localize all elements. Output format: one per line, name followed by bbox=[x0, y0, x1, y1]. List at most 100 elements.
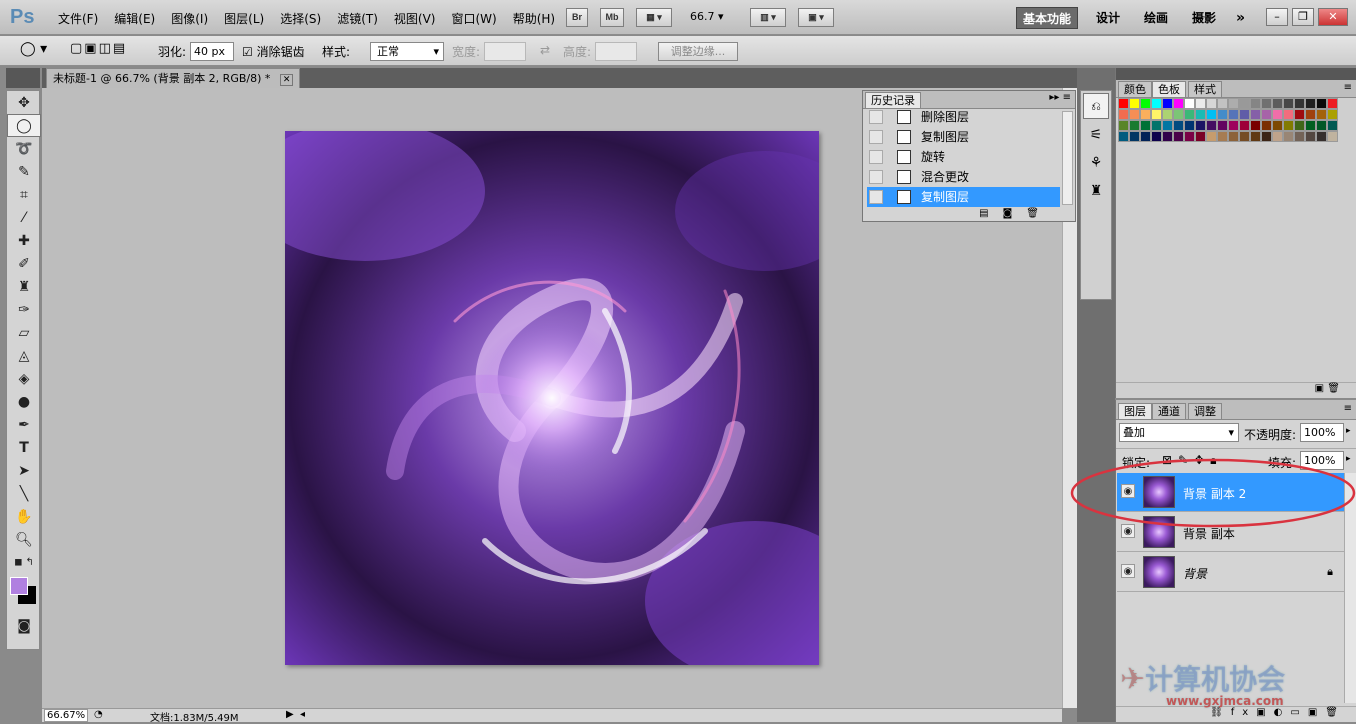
width-input[interactable] bbox=[484, 42, 526, 61]
color-swatch[interactable] bbox=[1140, 120, 1151, 131]
tab-layers[interactable]: 图层 bbox=[1118, 403, 1152, 419]
color-swatch[interactable] bbox=[1151, 120, 1162, 131]
color-swatch[interactable] bbox=[1228, 120, 1239, 131]
color-swatch[interactable] bbox=[1250, 120, 1261, 131]
history-source-checkbox[interactable] bbox=[869, 150, 883, 164]
color-swatch[interactable] bbox=[1283, 131, 1294, 142]
move-tool-icon[interactable]: ✥ bbox=[7, 91, 41, 114]
healing-brush-tool-icon[interactable]: ✚ bbox=[7, 229, 41, 252]
color-swatch[interactable] bbox=[1305, 120, 1316, 131]
menu-image[interactable]: 图像(I) bbox=[163, 10, 216, 27]
eraser-tool-icon[interactable]: ▱ bbox=[7, 321, 41, 344]
ellipse-marquee-preset-icon[interactable]: ◯ ▾ bbox=[20, 41, 47, 57]
color-swatch[interactable] bbox=[1327, 131, 1338, 142]
blend-mode-select[interactable]: 叠加 ▾ bbox=[1119, 423, 1239, 442]
screen-mode-button[interactable]: ▣ ▾ bbox=[798, 8, 834, 27]
menu-filter[interactable]: 滤镜(T) bbox=[329, 10, 386, 27]
color-swatch[interactable] bbox=[1206, 98, 1217, 109]
status-menu-arrow-icon[interactable]: ▶ bbox=[286, 709, 294, 720]
history-source-checkbox[interactable] bbox=[869, 130, 883, 144]
line-tool-icon[interactable]: ╲ bbox=[7, 482, 41, 505]
color-swatch[interactable] bbox=[1173, 120, 1184, 131]
color-swatch[interactable] bbox=[1228, 98, 1239, 109]
menu-select[interactable]: 选择(S) bbox=[272, 10, 329, 27]
lasso-tool-icon[interactable]: ➰ bbox=[7, 137, 41, 160]
color-swatch[interactable] bbox=[1294, 109, 1305, 120]
crop-tool-icon[interactable]: ⌗ bbox=[7, 183, 41, 206]
color-swatch[interactable] bbox=[1316, 120, 1327, 131]
color-swatch[interactable] bbox=[1184, 131, 1195, 142]
history-item[interactable]: 删除图层 bbox=[867, 107, 1060, 127]
color-swatch[interactable] bbox=[1151, 98, 1162, 109]
color-swatch[interactable] bbox=[1184, 98, 1195, 109]
color-swatch[interactable] bbox=[1184, 109, 1195, 120]
bridge-button[interactable]: Br bbox=[566, 8, 588, 27]
color-swatch[interactable] bbox=[1327, 109, 1338, 120]
minimize-button[interactable]: – bbox=[1266, 8, 1288, 26]
quick-mask-icon[interactable]: ◙ bbox=[7, 614, 41, 637]
color-swatch[interactable] bbox=[1217, 109, 1228, 120]
layers-footer-icons[interactable]: ⛓fx▣◐▭▣🗑︎ bbox=[1116, 706, 1356, 722]
clone-stamp-tool-icon[interactable]: ♜ bbox=[7, 275, 41, 298]
history-scrollbar[interactable] bbox=[1062, 111, 1073, 205]
color-swatch[interactable] bbox=[1327, 120, 1338, 131]
zoom-dropdown[interactable]: 66.7 ▾ bbox=[690, 10, 724, 23]
history-item-selected[interactable]: 复制图层 bbox=[867, 187, 1060, 207]
quick-selection-tool-icon[interactable]: ✎ bbox=[7, 160, 41, 183]
color-swatch[interactable] bbox=[1151, 109, 1162, 120]
menu-help[interactable]: 帮助(H) bbox=[505, 10, 563, 27]
tab-history[interactable]: 历史记录 bbox=[865, 92, 921, 108]
color-swatch[interactable] bbox=[1327, 98, 1338, 109]
color-swatch[interactable] bbox=[1272, 109, 1283, 120]
delete-swatch-icon[interactable]: 🗑︎ bbox=[1327, 383, 1340, 394]
history-item[interactable]: 旋转 bbox=[867, 147, 1060, 167]
color-swatch[interactable] bbox=[1118, 120, 1129, 131]
tab-color[interactable]: 颜色 bbox=[1118, 81, 1152, 97]
zoom-tool-icon[interactable]: 🔍︎ bbox=[7, 528, 41, 551]
color-swatch[interactable] bbox=[1250, 109, 1261, 120]
color-swatch[interactable] bbox=[1294, 98, 1305, 109]
ellipse-marquee-tool-icon[interactable]: ◯ bbox=[7, 114, 41, 137]
antialias-checkbox[interactable]: ☑ 消除锯齿 bbox=[242, 43, 305, 60]
color-swatch[interactable] bbox=[1305, 109, 1316, 120]
refine-edge-button[interactable]: 调整边缘... bbox=[658, 42, 738, 61]
panel-menu-icon[interactable]: ≡ bbox=[1344, 82, 1352, 93]
color-swatch[interactable] bbox=[1162, 109, 1173, 120]
color-swatch[interactable] bbox=[1140, 98, 1151, 109]
color-swatch[interactable] bbox=[1206, 109, 1217, 120]
new-swatch-icon[interactable]: ▣ bbox=[1315, 383, 1324, 394]
color-swatch[interactable] bbox=[1239, 98, 1250, 109]
color-swatch[interactable] bbox=[1206, 131, 1217, 142]
history-source-checkbox[interactable] bbox=[869, 170, 883, 184]
color-swatch[interactable] bbox=[1195, 109, 1206, 120]
selection-mode-icons[interactable]: ▢▣◫▤ bbox=[70, 41, 127, 56]
history-item[interactable]: 混合更改 bbox=[867, 167, 1060, 187]
color-swatch[interactable] bbox=[1162, 98, 1173, 109]
color-swatch[interactable] bbox=[1283, 109, 1294, 120]
color-swatch[interactable] bbox=[1173, 109, 1184, 120]
panel-menu-icon[interactable]: ≡ bbox=[1344, 403, 1352, 414]
color-swatch[interactable] bbox=[1140, 109, 1151, 120]
color-swatch[interactable] bbox=[1195, 120, 1206, 131]
color-swatch[interactable] bbox=[1173, 98, 1184, 109]
workspace-more-button[interactable]: » bbox=[1230, 7, 1251, 29]
color-swatch[interactable] bbox=[1184, 120, 1195, 131]
color-swatch[interactable] bbox=[1162, 120, 1173, 131]
workspace-painting[interactable]: 绘画 bbox=[1138, 7, 1174, 29]
color-swatch[interactable] bbox=[1206, 120, 1217, 131]
color-swatch[interactable] bbox=[1250, 131, 1261, 142]
hand-tool-icon[interactable]: ✋ bbox=[7, 505, 41, 528]
path-selection-tool-icon[interactable]: ➤ bbox=[7, 459, 41, 482]
pen-tool-icon[interactable]: ✒ bbox=[7, 413, 41, 436]
color-swatch[interactable] bbox=[1294, 120, 1305, 131]
opacity-input[interactable]: 100% bbox=[1300, 423, 1344, 442]
height-input[interactable] bbox=[595, 42, 637, 61]
color-swatch[interactable] bbox=[1217, 120, 1228, 131]
tab-channels[interactable]: 通道 bbox=[1152, 403, 1186, 419]
workspace-essentials[interactable]: 基本功能 bbox=[1016, 7, 1079, 29]
tab-adjustments[interactable]: 调整 bbox=[1188, 403, 1222, 419]
color-swatch[interactable] bbox=[1283, 120, 1294, 131]
color-swatch[interactable] bbox=[1239, 131, 1250, 142]
feather-input[interactable]: 40 px bbox=[190, 42, 234, 61]
style-select[interactable]: 正常 ▾ bbox=[370, 42, 444, 61]
